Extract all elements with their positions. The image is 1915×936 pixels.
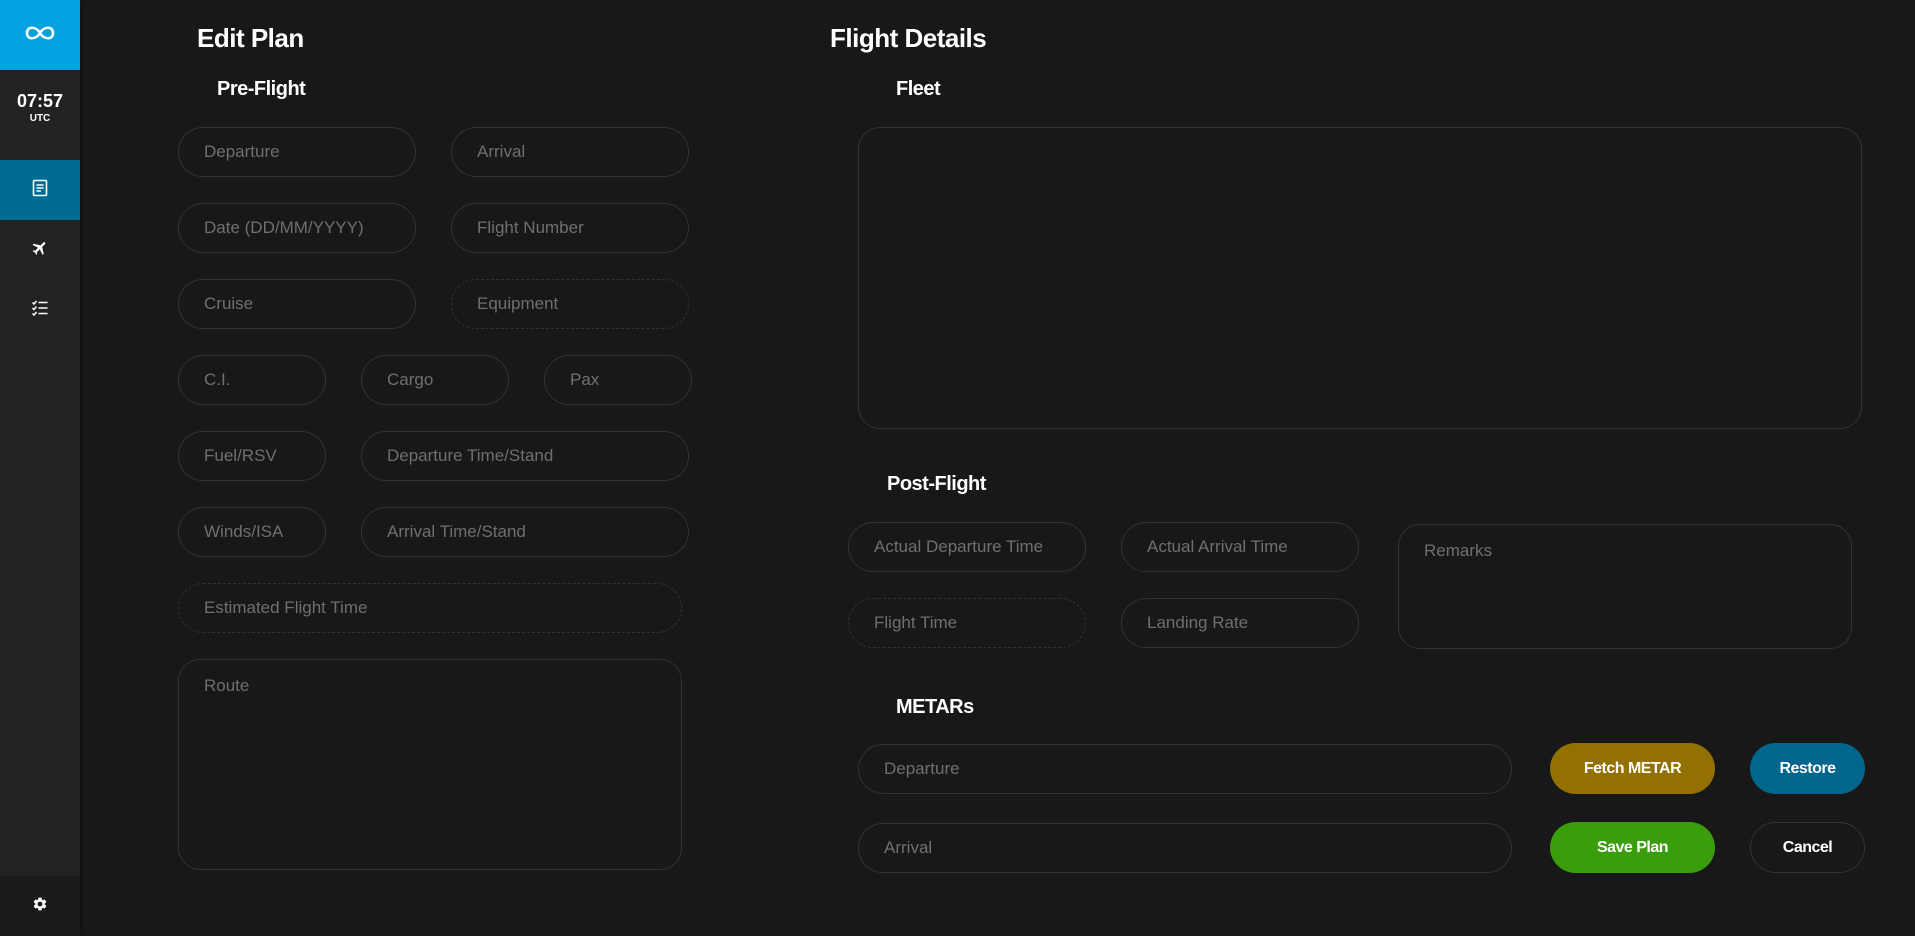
cancel-button[interactable]: Cancel [1750,822,1865,873]
fuel-field[interactable] [178,431,326,481]
infinity-icon [23,24,57,47]
nav-item-flights[interactable] [0,220,80,280]
departure-time-field[interactable] [361,431,689,481]
edit-plan-title: Edit Plan [197,23,304,53]
flight-time-field[interactable] [848,598,1086,648]
departure-field[interactable] [178,127,416,177]
cost-index-field[interactable] [178,355,326,405]
fleet-panel [858,127,1862,429]
pax-field[interactable] [544,355,692,405]
checklist-icon [31,299,49,322]
arrival-time-field[interactable] [361,507,689,557]
equipment-field[interactable] [451,279,689,329]
metar-departure-field[interactable] [858,744,1512,794]
actual-arrival-time-field[interactable] [1121,522,1359,572]
fleet-heading: Fleet [896,78,941,100]
winds-field[interactable] [178,507,326,557]
preflight-heading: Pre-Flight [217,78,306,100]
remarks-field[interactable] [1398,524,1852,649]
date-field[interactable] [178,203,416,253]
estimated-flight-time-field[interactable] [178,583,682,633]
utc-clock: 07:57 UTC [0,90,80,126]
postflight-heading: Post-Flight [887,473,986,495]
flight-details-title: Flight Details [830,23,987,53]
logbook-icon [31,179,49,202]
logo[interactable] [0,0,80,70]
metars-heading: METARs [896,696,974,718]
sidebar: 07:57 UTC [0,0,80,936]
cruise-field[interactable] [178,279,416,329]
metar-arrival-field[interactable] [858,823,1512,873]
restore-button[interactable]: Restore [1750,743,1865,794]
route-field[interactable] [178,659,682,870]
nav-item-logbook[interactable] [0,160,80,220]
plane-icon [31,239,49,262]
clock-time: 07:57 [16,91,64,111]
arrival-field[interactable] [451,127,689,177]
gear-icon [32,896,48,917]
fetch-metar-button[interactable]: Fetch METAR [1550,743,1715,794]
cargo-field[interactable] [361,355,509,405]
save-plan-button[interactable]: Save Plan [1550,822,1715,873]
landing-rate-field[interactable] [1121,598,1359,648]
settings-button[interactable] [0,876,80,936]
clock-timezone: UTC [29,113,51,124]
actual-departure-time-field[interactable] [848,522,1086,572]
flight-number-field[interactable] [451,203,689,253]
nav-item-checklist[interactable] [0,280,80,340]
